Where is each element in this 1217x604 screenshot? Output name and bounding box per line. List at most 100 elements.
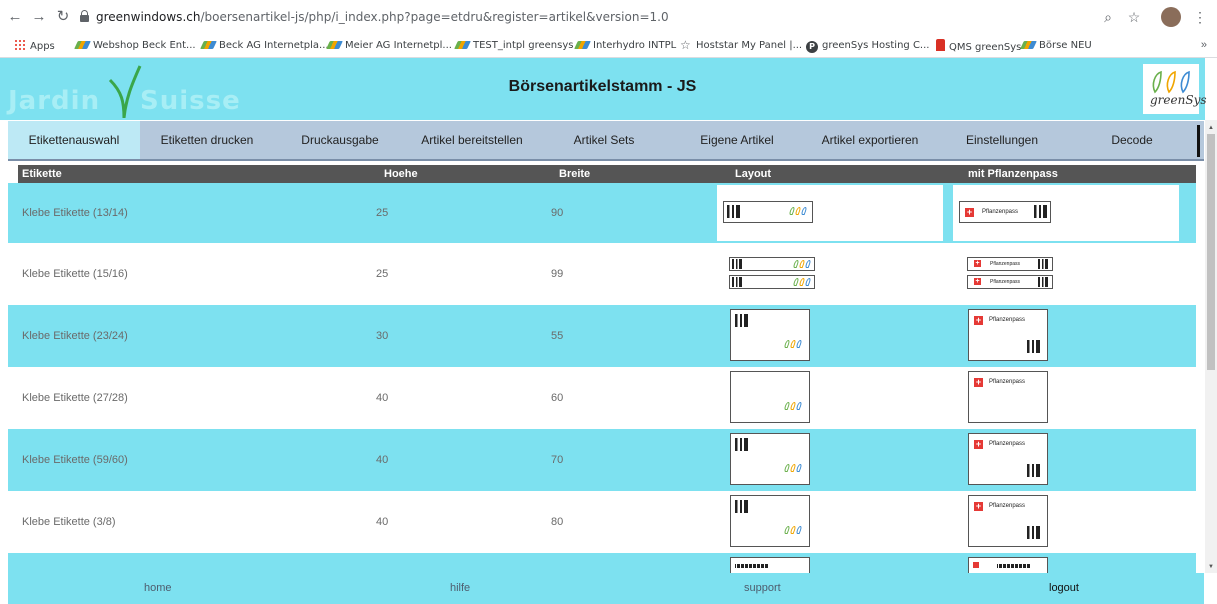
bookmark-label: TEST_intpl greensys: [473, 40, 574, 51]
table-row[interactable]: Klebe Etikette (15/16) 25 99 + Pflanzenp…: [8, 243, 1196, 305]
tab-druckausgabe[interactable]: Druckausgabe: [274, 121, 406, 159]
pflanzenpass-preview[interactable]: + Pflanzenpass: [953, 185, 1179, 241]
pflanzenpass-preview[interactable]: + Pflanzenpass: [968, 309, 1048, 361]
layout-preview[interactable]: [730, 433, 810, 485]
table-row[interactable]: Klebe Etikette (3/8) 40 80 + Pflanzenpas…: [8, 491, 1196, 553]
scroll-up-arrow-icon[interactable]: ▲: [1205, 122, 1217, 134]
table-row[interactable]: Klebe Etikette (13/14) 25 90 + Pflanzenp…: [8, 183, 1196, 243]
tab-bar-end-marker: [1197, 125, 1200, 157]
qr-code-icon: [1027, 340, 1040, 353]
pflanzenpass-text: Pflanzenpass: [982, 209, 1019, 215]
bookmark-label: Meier AG Internetpl...: [345, 40, 452, 51]
layout-preview[interactable]: [717, 185, 943, 241]
bookmark-interhydro[interactable]: Interhydro INTPL: [574, 39, 676, 53]
bookmark-hoststar[interactable]: ☆ Hoststar My Panel |...: [680, 39, 802, 53]
forward-arrow-icon[interactable]: →: [30, 8, 48, 26]
tab-etikettenauswahl[interactable]: Etikettenauswahl: [8, 121, 140, 159]
bookmark-greensys-hosting[interactable]: PgreenSys Hosting C...: [806, 39, 929, 53]
page-scrollbar[interactable]: ▲ ▼: [1205, 120, 1217, 573]
cell-etikette: Klebe Etikette (59/60): [22, 454, 128, 466]
app-header: Jardin Suisse Börsenartikelstamm - JS gr…: [0, 58, 1207, 120]
tab-artikel-exportieren[interactable]: Artikel exportieren: [804, 121, 936, 159]
layout-preview[interactable]: [717, 245, 943, 303]
logo-text-greensys: greenSys: [1150, 93, 1207, 107]
footer-support-link[interactable]: support: [744, 582, 781, 594]
bookmark-label: Apps: [30, 41, 55, 52]
bookmark-qms[interactable]: QMS greenSys: [936, 39, 1021, 53]
bookmark-webshop-beck[interactable]: Webshop Beck Ent...: [74, 39, 196, 53]
footer-logout-link[interactable]: logout: [1049, 582, 1079, 594]
p-circle-icon: P: [806, 41, 818, 53]
footer-home-link[interactable]: home: [144, 582, 172, 594]
layout-preview[interactable]: [730, 557, 810, 573]
greensys-icon: [454, 41, 471, 49]
swiss-flag-icon: +: [965, 207, 974, 217]
cell-etikette: Klebe Etikette (3/8): [22, 516, 116, 528]
tab-artikel-sets[interactable]: Artikel Sets: [538, 121, 670, 159]
back-arrow-icon[interactable]: ←: [6, 8, 24, 26]
tab-einstellungen[interactable]: Einstellungen: [936, 121, 1068, 159]
bookmark-apps[interactable]: Apps: [14, 39, 55, 53]
greensys-mini-logo: [792, 260, 812, 270]
bookmark-label: greenSys Hosting C...: [822, 40, 930, 51]
url-path: /boersenartikel-js/php/i_index.php?page=…: [200, 10, 669, 24]
layout-preview[interactable]: [730, 309, 810, 361]
column-header-layout: Layout: [735, 168, 772, 180]
tab-artikel-bereitstellen[interactable]: Artikel bereitstellen: [406, 121, 538, 159]
footer-hilfe-link[interactable]: hilfe: [450, 582, 470, 594]
label-thumbnail: [729, 275, 815, 289]
cell-hoehe: 25: [376, 268, 389, 280]
label-thumbnail: [723, 201, 813, 223]
reload-icon[interactable]: ↻: [54, 8, 72, 26]
pflanzenpass-text: Pflanzenpass: [989, 317, 1026, 323]
label-thumbnail: + Pflanzenpass: [959, 201, 1051, 223]
swiss-flag-icon: +: [974, 377, 983, 387]
greensys-icon: [1020, 41, 1037, 49]
swiss-flag-icon: +: [974, 278, 981, 285]
table-row[interactable]: Klebe Etikette (23/24) 30 55 + Pflanzenp…: [8, 305, 1196, 367]
profile-avatar[interactable]: [1161, 7, 1181, 27]
greensys-mini-logo: [783, 464, 803, 474]
qr-code-icon: [735, 438, 748, 451]
pflanzenpass-preview[interactable]: [968, 557, 1048, 573]
bookmark-boerse-neu[interactable]: Börse NEU: [1020, 39, 1092, 53]
pflanzenpass-preview[interactable]: + Pflanzenpass: [968, 433, 1048, 485]
bookmark-beck-ag[interactable]: Beck AG Internetpla...: [200, 39, 329, 53]
table-row[interactable]: [8, 553, 1196, 573]
star-outline-icon: ☆: [680, 38, 691, 52]
tab-eigene-artikel[interactable]: Eigene Artikel: [670, 121, 804, 159]
cell-breite: 55: [551, 330, 564, 342]
cell-etikette: Klebe Etikette (13/14): [22, 207, 128, 219]
url-host: greenwindows.ch: [96, 10, 201, 24]
scroll-down-arrow-icon[interactable]: ▼: [1205, 561, 1217, 573]
layout-preview[interactable]: [730, 495, 810, 547]
barcode-icon: [735, 564, 769, 568]
pflanzenpass-preview[interactable]: + Pflanzenpass: [968, 371, 1048, 423]
scroll-thumb[interactable]: [1207, 134, 1215, 370]
bookmark-star-icon[interactable]: ☆: [1125, 8, 1143, 26]
cell-breite: 70: [551, 454, 564, 466]
bookmarks-bar: Apps Webshop Beck Ent... Beck AG Interne…: [0, 34, 1217, 58]
label-thumbnail: [729, 257, 815, 271]
pflanzenpass-preview[interactable]: + Pflanzenpass: [968, 495, 1048, 547]
qr-code-icon: [732, 259, 742, 269]
menu-kebab-icon[interactable]: ⋮: [1191, 8, 1209, 26]
qr-code-icon: [735, 500, 748, 513]
table-row[interactable]: Klebe Etikette (27/28) 40 60 + Pflanzenp…: [8, 367, 1196, 429]
tab-decode[interactable]: Decode: [1068, 121, 1196, 159]
table-row[interactable]: Klebe Etikette (59/60) 40 70 + Pflanzenp…: [8, 429, 1196, 491]
greensys-icon: [574, 41, 591, 49]
apps-grid-icon: [14, 39, 26, 51]
lock-icon[interactable]: [80, 10, 89, 22]
layout-preview[interactable]: [730, 371, 810, 423]
cell-hoehe: 40: [376, 454, 389, 466]
pflanzenpass-preview[interactable]: + Pflanzenpass + Pflanzenpass: [957, 245, 1187, 303]
column-header-hoehe: Hoehe: [384, 168, 418, 180]
bookmarks-more-button[interactable]: »: [1201, 39, 1207, 51]
tab-etiketten-drucken[interactable]: Etiketten drucken: [140, 121, 274, 159]
zoom-icon[interactable]: ⌕: [1099, 8, 1117, 26]
bookmark-meier-ag[interactable]: Meier AG Internetpl...: [326, 39, 452, 53]
address-bar[interactable]: greenwindows.ch/boersenartikel-js/php/i_…: [96, 7, 669, 27]
bookmark-test-intpl[interactable]: TEST_intpl greensys: [454, 39, 574, 53]
swiss-flag-icon: [973, 562, 979, 568]
